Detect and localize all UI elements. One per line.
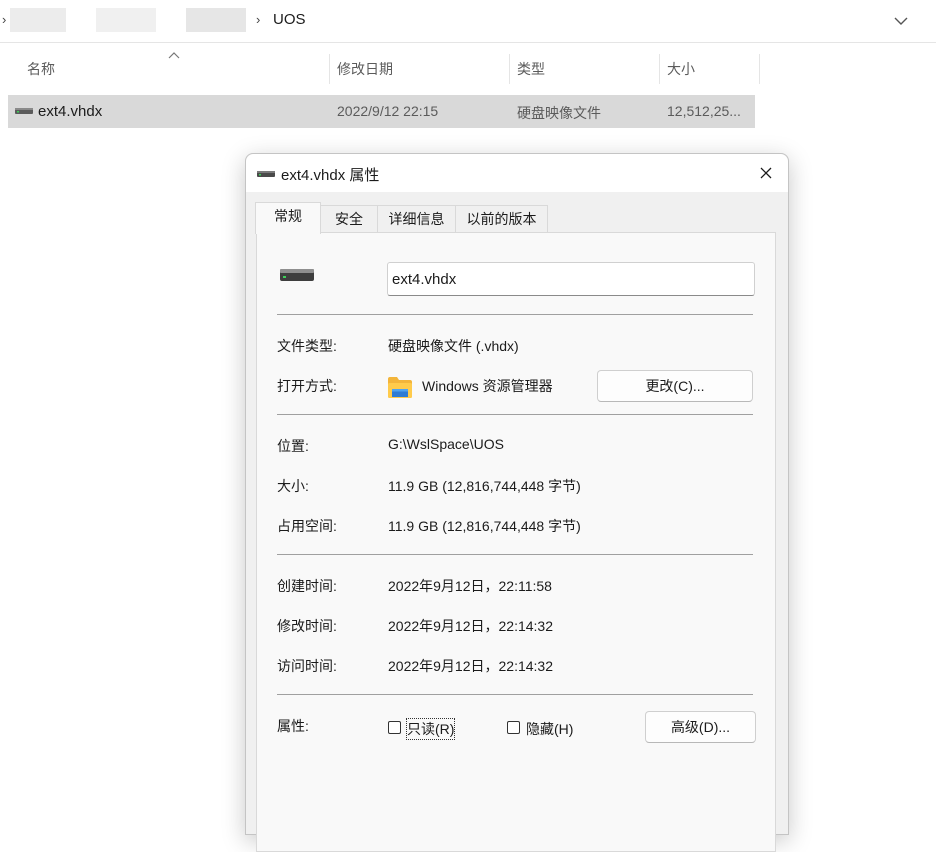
size-label: 大小:: [277, 478, 309, 494]
modified-value: 2022年9月12日，22:14:32: [388, 618, 553, 634]
file-date: 2022/9/12 22:15: [337, 103, 439, 119]
tab-security[interactable]: 安全: [320, 205, 378, 232]
readonly-checkbox[interactable]: [388, 721, 401, 734]
divider: [277, 554, 753, 555]
divider: [277, 694, 753, 695]
chevron-down-icon[interactable]: [890, 10, 912, 32]
file-type: 硬盘映像文件: [517, 105, 601, 121]
redacted-path-segment: [10, 8, 66, 32]
column-divider[interactable]: [329, 54, 330, 84]
divider: [277, 414, 753, 415]
folder-icon: [388, 377, 412, 398]
dialog-title: ext4.vhdx 属性: [281, 167, 380, 184]
location-value: G:\WslSpace\UOS: [388, 436, 504, 452]
column-header-type[interactable]: 类型: [517, 52, 545, 86]
file-type-label: 文件类型:: [277, 338, 337, 354]
column-header-date[interactable]: 修改日期: [337, 52, 393, 86]
file-size: 12,512,25...: [667, 103, 741, 119]
breadcrumb-separator-icon: ›: [2, 12, 7, 27]
file-type-value: 硬盘映像文件 (.vhdx): [388, 338, 519, 354]
change-button[interactable]: 更改(C)...: [597, 370, 753, 402]
drive-icon: [15, 108, 33, 114]
created-label: 创建时间:: [277, 578, 337, 594]
column-header-size[interactable]: 大小: [667, 52, 695, 86]
hidden-checkbox[interactable]: [507, 721, 520, 734]
opens-with-value: Windows 资源管理器: [422, 378, 553, 394]
tab-previous-versions[interactable]: 以前的版本: [455, 205, 548, 232]
divider: [277, 314, 753, 315]
file-name: ext4.vhdx: [38, 103, 103, 120]
size-value: 11.9 GB (12,816,744,448 字节): [388, 478, 581, 494]
dialog-titlebar[interactable]: ext4.vhdx 属性: [246, 154, 788, 192]
column-divider[interactable]: [759, 54, 760, 84]
breadcrumb-current[interactable]: UOS: [273, 11, 306, 28]
drive-icon: [257, 171, 275, 177]
created-value: 2022年9月12日，22:11:58: [388, 578, 552, 594]
file-list-row[interactable]: ext4.vhdx 2022/9/12 22:15 硬盘映像文件 12,512,…: [8, 95, 755, 128]
attributes-label: 属性:: [277, 718, 309, 734]
address-bar[interactable]: › › UOS: [0, 0, 936, 43]
location-label: 位置:: [277, 438, 309, 454]
tab-details[interactable]: 详细信息: [377, 205, 456, 232]
advanced-button[interactable]: 高级(D)...: [645, 711, 756, 743]
column-divider[interactable]: [659, 54, 660, 84]
accessed-label: 访问时间:: [277, 658, 337, 674]
column-header-name[interactable]: 名称: [27, 52, 55, 86]
modified-label: 修改时间:: [277, 618, 337, 634]
redacted-path-segment: [186, 8, 246, 32]
accessed-value: 2022年9月12日，22:14:32: [388, 658, 553, 674]
drive-icon: [280, 269, 314, 281]
hidden-checkbox-label[interactable]: 隐藏(H): [526, 719, 573, 739]
breadcrumb-separator-icon: ›: [256, 12, 261, 27]
properties-dialog: ext4.vhdx 属性 常规 安全 详细信息 以前的版本 文件类型: 硬盘映像…: [245, 153, 789, 852]
tab-general[interactable]: 常规: [255, 202, 321, 234]
tab-panel-general: [256, 232, 776, 852]
opens-with-label: 打开方式:: [277, 378, 337, 394]
close-icon[interactable]: [751, 160, 781, 186]
redacted-path-segment: [96, 8, 156, 32]
size-on-disk-label: 占用空间:: [277, 518, 337, 534]
readonly-checkbox-label[interactable]: 只读(R): [405, 718, 456, 740]
sort-ascending-icon: [168, 52, 180, 59]
column-divider[interactable]: [509, 54, 510, 84]
size-on-disk-value: 11.9 GB (12,816,744,448 字节): [388, 518, 581, 534]
file-name-field[interactable]: [387, 262, 755, 296]
